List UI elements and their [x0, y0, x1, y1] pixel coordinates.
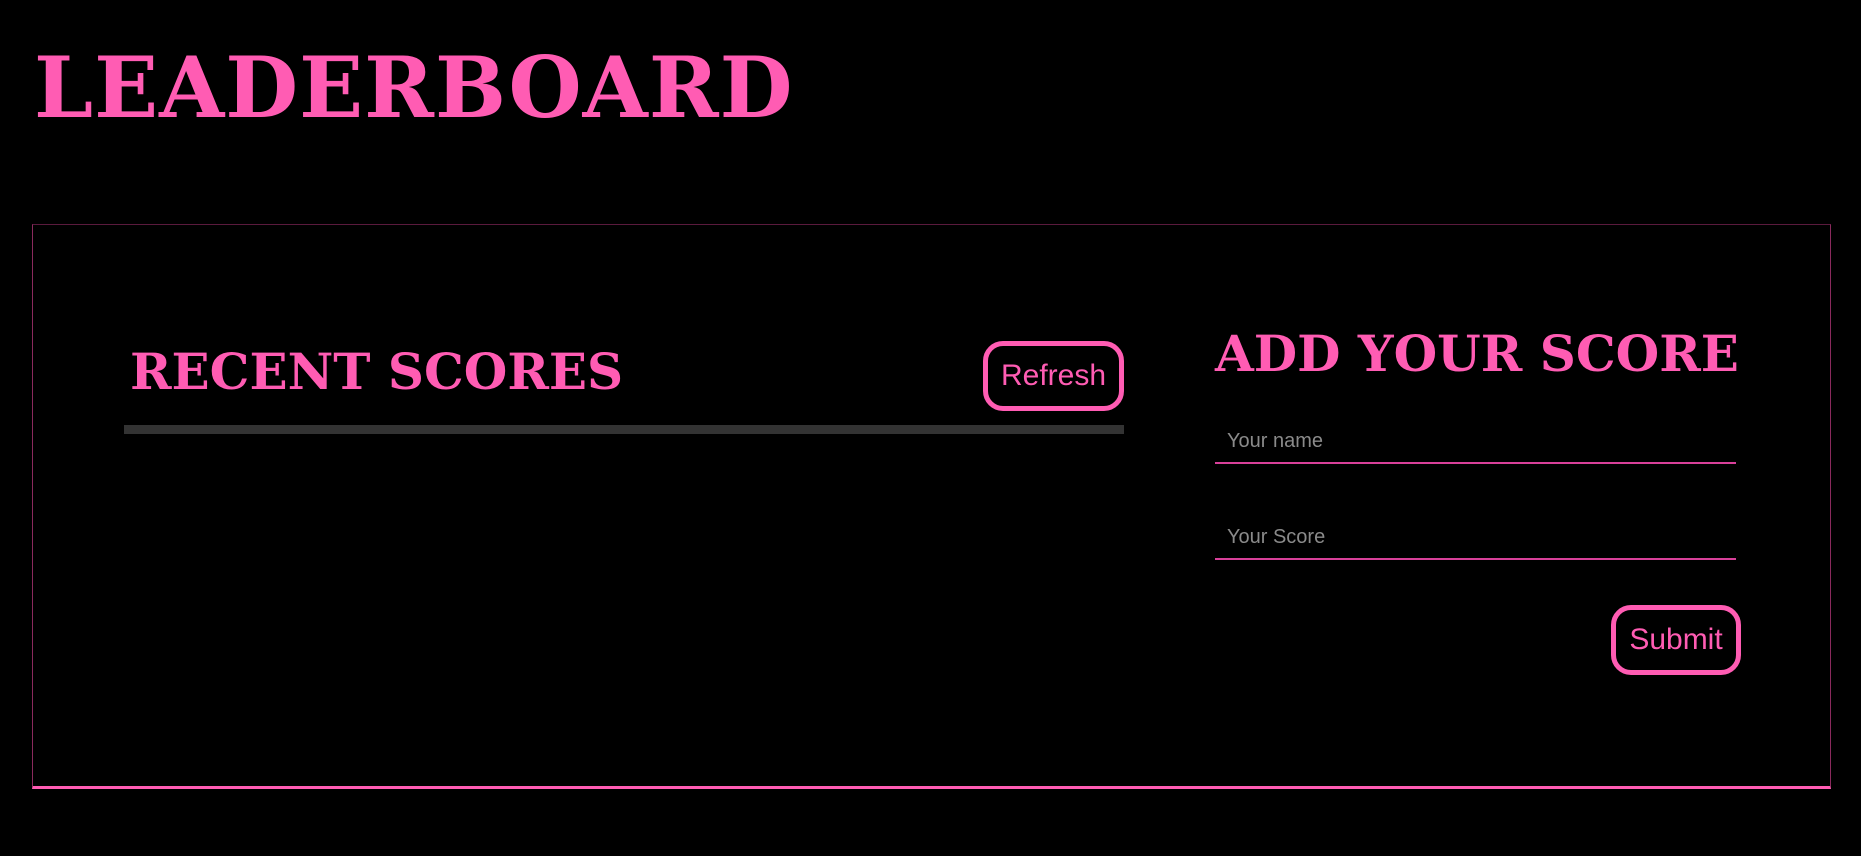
- score-input[interactable]: [1215, 516, 1736, 560]
- add-score-title: ADD YOUR SCORE: [1215, 324, 1739, 383]
- leaderboard-panel: [32, 224, 1831, 789]
- recent-scores-title: RECENT SCORES: [130, 342, 624, 401]
- page-title: LEADERBOARD: [34, 38, 794, 137]
- refresh-button[interactable]: Refresh: [983, 341, 1124, 411]
- submit-button[interactable]: Submit: [1611, 605, 1741, 675]
- name-input[interactable]: [1215, 420, 1736, 464]
- scores-divider: [124, 425, 1124, 434]
